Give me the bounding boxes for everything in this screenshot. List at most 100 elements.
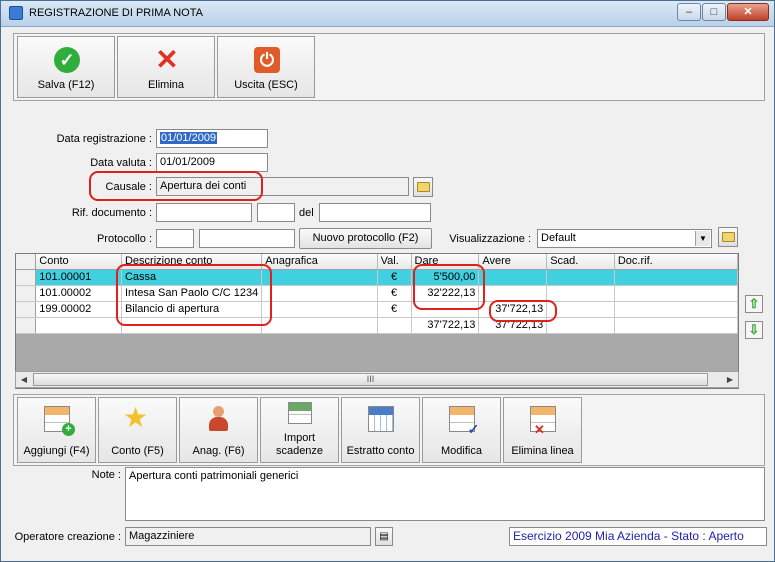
cell-descrizione[interactable]: Cassa [121, 269, 263, 286]
col-docrif[interactable]: Doc.rif. [614, 254, 738, 270]
totals-empty-cell [546, 317, 615, 334]
cell-anagrafica[interactable] [261, 301, 378, 318]
totals-empty-cell [35, 317, 122, 334]
row-indicator [16, 317, 37, 334]
save-button[interactable]: ✓ Salva (F12) [17, 36, 115, 98]
grid-add-icon: + [44, 406, 75, 436]
conto-button[interactable]: ★ Conto (F5) [98, 397, 177, 463]
modifica-button[interactable]: ✓ Modifica [422, 397, 501, 463]
col-anagrafica[interactable]: Anagrafica [261, 254, 378, 270]
del-label: del [299, 207, 314, 219]
rif-documento-field[interactable] [156, 203, 252, 222]
cell-conto[interactable]: 101.00002 [35, 285, 122, 302]
cell-anagrafica[interactable] [261, 269, 378, 286]
close-button[interactable]: ✕ [727, 3, 769, 21]
table-row[interactable]: 199.00002 Bilancio di apertura € 37'722,… [16, 301, 738, 318]
cell-conto[interactable]: 101.00001 [35, 269, 122, 286]
move-down-arrow-icon[interactable]: ⇩ [745, 321, 763, 339]
minimize-button[interactable]: – [677, 3, 701, 21]
col-conto[interactable]: Conto [35, 254, 122, 270]
total-dare: 37'722,13 [411, 317, 480, 334]
exit-button[interactable]: ⏻ Uscita (ESC) [217, 36, 315, 98]
cell-descrizione[interactable]: Bilancio di apertura [121, 301, 263, 318]
operatore-creazione-field: Magazziniere [125, 527, 371, 546]
delete-button[interactable]: ✕ Elimina [117, 36, 215, 98]
causale-browse-button[interactable] [413, 177, 433, 197]
cell-scad[interactable] [546, 285, 615, 302]
data-registrazione-value: 01/01/2009 [160, 132, 218, 144]
maximize-button[interactable]: □ [702, 3, 726, 21]
cell-valuta[interactable]: € [377, 285, 412, 302]
cell-scad[interactable] [546, 301, 615, 318]
scroll-right-arrow-icon[interactable]: ▶ [722, 372, 738, 387]
visualizzazione-select[interactable]: Default ▼ [537, 229, 712, 248]
cell-avere[interactable]: 37'722,13 [478, 301, 548, 318]
cell-avere[interactable] [478, 285, 548, 302]
row-indicator [16, 285, 37, 302]
window-title: REGISTRAZIONE DI PRIMA NOTA [29, 7, 203, 19]
scrollbar-thumb[interactable]: III [33, 373, 708, 386]
cell-anagrafica[interactable] [261, 285, 378, 302]
data-valuta-field[interactable]: 01/01/2009 [156, 153, 268, 172]
data-registrazione-field[interactable]: 01/01/2009 [156, 129, 268, 148]
elimina-linea-label: Elimina linea [511, 445, 574, 457]
print-icon: ▤ [379, 531, 389, 542]
check-icon: ✓ [54, 47, 80, 73]
move-up-arrow-icon[interactable]: ⇧ [745, 295, 763, 313]
col-valuta[interactable]: Val. [377, 254, 412, 270]
main-window: REGISTRAZIONE DI PRIMA NOTA – □ ✕ ✓ Salv… [0, 0, 775, 562]
cell-valuta[interactable]: € [377, 269, 412, 286]
data-valuta-label: Data valuta : [90, 157, 152, 169]
scroll-left-arrow-icon[interactable]: ◀ [16, 372, 32, 387]
cell-scad[interactable] [546, 269, 615, 286]
rif-documento-suffix-field[interactable] [257, 203, 295, 222]
cell-descrizione[interactable]: Intesa San Paolo C/C 1234 [121, 285, 263, 302]
cell-docrif[interactable] [614, 285, 738, 302]
conto-label: Conto (F5) [111, 445, 164, 457]
cell-dare[interactable]: 5'500,00 [411, 269, 480, 286]
totals-empty-cell [121, 317, 263, 334]
nuovo-protocollo-button[interactable]: Nuovo protocollo (F2) [299, 228, 432, 249]
cell-dare[interactable]: 32'222,13 [411, 285, 480, 302]
table-row[interactable]: 101.00001 Cassa € 5'500,00 [16, 269, 738, 286]
exit-button-label: Uscita (ESC) [234, 79, 298, 91]
estratto-conto-button[interactable]: Estratto conto [341, 397, 420, 463]
note-textarea[interactable]: Apertura conti patrimoniali generici [125, 467, 765, 521]
visualizzazione-browse-button[interactable] [718, 227, 738, 247]
aggiungi-label: Aggiungi (F4) [23, 445, 90, 457]
cell-dare[interactable] [411, 301, 480, 318]
causale-field[interactable]: Apertura dei conti [156, 177, 409, 196]
totals-empty-cell [614, 317, 738, 334]
cell-docrif[interactable] [614, 269, 738, 286]
horizontal-scrollbar[interactable]: ◀ III ▶ [15, 371, 739, 388]
col-dare[interactable]: Dare [411, 254, 480, 270]
col-descrizione[interactable]: Descrizione conto [121, 254, 263, 270]
cell-docrif[interactable] [614, 301, 738, 318]
totals-empty-cell [261, 317, 378, 334]
aggiungi-button[interactable]: + Aggiungi (F4) [17, 397, 96, 463]
protocollo-field[interactable] [199, 229, 295, 248]
action-toolbar: + Aggiungi (F4) ★ Conto (F5) Anag. (F6) … [13, 394, 765, 466]
col-scad[interactable]: Scad. [546, 254, 615, 270]
protocollo-number-field[interactable] [156, 229, 194, 248]
elimina-linea-button[interactable]: ✕ Elimina linea [503, 397, 582, 463]
anag-button[interactable]: Anag. (F6) [179, 397, 258, 463]
row-indicator [16, 301, 37, 318]
table-row[interactable]: 101.00002 Intesa San Paolo C/C 1234 € 32… [16, 285, 738, 302]
cell-avere[interactable] [478, 269, 548, 286]
cell-valuta[interactable]: € [377, 301, 412, 318]
power-icon: ⏻ [254, 47, 280, 73]
cross-icon: ✕ [155, 44, 179, 75]
import-scadenze-button[interactable]: Import scadenze [260, 397, 339, 463]
causale-label: Causale : [105, 181, 152, 193]
folder-icon [721, 232, 735, 242]
visualizzazione-label: Visualizzazione : [449, 233, 531, 245]
folder-icon [416, 182, 430, 192]
col-avere[interactable]: Avere [478, 254, 548, 270]
note-label: Note : [91, 469, 121, 481]
cell-conto[interactable]: 199.00002 [35, 301, 122, 318]
totals-empty-cell [377, 317, 412, 334]
del-date-field[interactable] [319, 203, 431, 222]
import-scadenze-label: Import scadenze [275, 432, 324, 457]
operatore-lookup-button[interactable]: ▤ [375, 527, 393, 546]
